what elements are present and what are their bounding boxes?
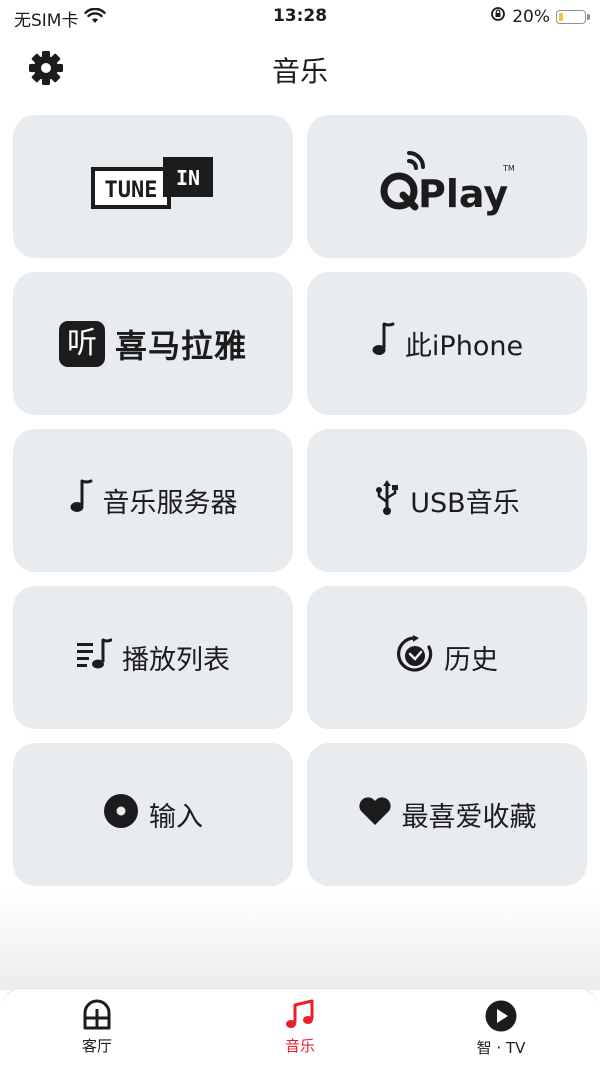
music-server-tile[interactable]: 音乐服务器 (13, 429, 293, 572)
history-tile[interactable]: 历史 (307, 586, 587, 729)
svg-text:TUNE: TUNE (105, 178, 158, 203)
tab-music[interactable]: 音乐 (240, 999, 360, 1056)
play-circle-icon (441, 999, 561, 1033)
ximalaya-logo-icon: 听 (58, 320, 105, 367)
status-right: 20% (490, 6, 590, 27)
rotation-lock-icon (490, 6, 506, 27)
history-label: 历史 (444, 645, 498, 676)
page-title: 音乐 (271, 55, 328, 88)
music-note-icon (371, 322, 395, 365)
svg-text:IN: IN (176, 166, 200, 190)
usb-icon (374, 478, 400, 523)
qplay-logo: Play TM (377, 147, 517, 226)
playlists-label: 播放列表 (122, 645, 230, 676)
playlist-icon (76, 638, 113, 677)
ximalaya-label: 喜马拉雅 (114, 326, 247, 365)
svg-text:TM: TM (502, 164, 515, 173)
battery-percent: 20% (512, 6, 550, 27)
music-server-label: 音乐服务器 (102, 488, 238, 519)
tab-rooms-label: 客厅 (81, 1037, 112, 1055)
music-note-icon (69, 479, 93, 522)
tab-tv-label: 智 · TV (476, 1039, 526, 1057)
tab-tv[interactable]: 智 · TV (441, 999, 561, 1058)
rooms-icon (37, 999, 157, 1031)
tunein-tile[interactable]: TUNE IN (13, 115, 293, 258)
history-icon (396, 635, 434, 680)
usb-music-tile[interactable]: USB音乐 (307, 429, 587, 572)
this-iphone-tile[interactable]: 此iPhone (307, 272, 587, 415)
disc-icon (103, 793, 139, 836)
tab-bar: 客厅 音乐 智 · TV (0, 988, 600, 1068)
heart-icon (358, 796, 392, 833)
source-grid: TUNE IN Play TM 听 喜马拉雅 此iPhone 音乐服务器 USB… (13, 115, 587, 886)
battery-icon (556, 9, 590, 24)
svg-text:Play: Play (418, 172, 508, 216)
tunein-logo: TUNE IN (91, 155, 215, 218)
qplay-tile[interactable]: Play TM (307, 115, 587, 258)
playlists-tile[interactable]: 播放列表 (13, 586, 293, 729)
ximalaya-tile[interactable]: 听 喜马拉雅 (13, 272, 293, 415)
input-tile[interactable]: 输入 (13, 743, 293, 886)
usb-music-label: USB音乐 (410, 488, 520, 519)
battery-fill (559, 12, 563, 21)
favorites-label: 最喜爱收藏 (401, 802, 537, 833)
content-fade (0, 890, 600, 990)
header: 音乐 (0, 40, 600, 96)
this-iphone-label: 此iPhone (404, 331, 524, 362)
music-icon (240, 999, 360, 1031)
input-label: 输入 (149, 802, 203, 833)
tab-rooms[interactable]: 客厅 (37, 999, 157, 1056)
favorites-tile[interactable]: 最喜爱收藏 (307, 743, 587, 886)
tab-music-label: 音乐 (284, 1037, 315, 1055)
status-bar: 无SIM卡 13:28 20% (0, 0, 600, 36)
